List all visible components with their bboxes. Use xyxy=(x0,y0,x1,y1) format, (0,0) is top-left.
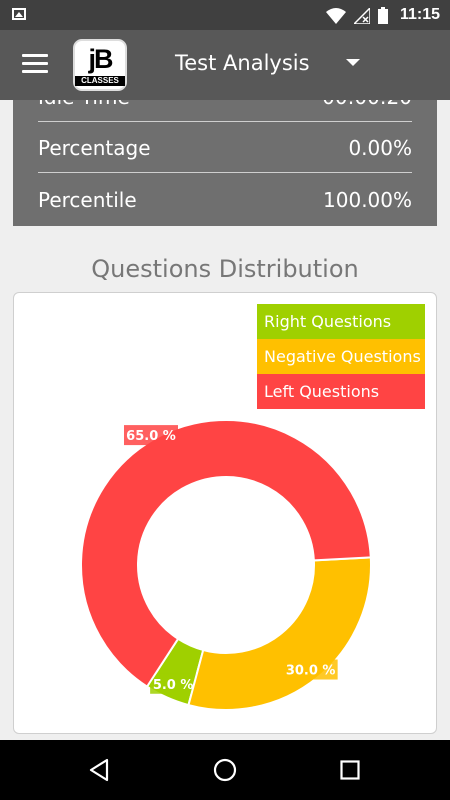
hamburger-menu-icon[interactable] xyxy=(22,54,48,74)
logo-mark: jB xyxy=(88,44,114,74)
legend-item-negative: Negative Questions xyxy=(257,339,425,374)
data-label-text: 5.0 % xyxy=(153,678,194,693)
section-title: Questions Distribution xyxy=(91,255,359,283)
logo-caption: CLASSES xyxy=(75,76,125,86)
recents-icon[interactable] xyxy=(340,760,360,780)
slice-negative-questions xyxy=(187,556,372,711)
status-time: 11:15 xyxy=(399,6,440,23)
app-logo: jB CLASSES xyxy=(73,39,127,91)
stats-card: Idle Time 00:00:20 Percentage 0.00% Perc… xyxy=(13,100,437,226)
stat-row-percentage: Percentage 0.00% xyxy=(38,122,412,173)
page-title[interactable]: Test Analysis xyxy=(175,51,310,75)
home-icon[interactable] xyxy=(213,758,237,782)
legend-item-right: Right Questions xyxy=(257,304,425,339)
stat-row-percentile: Percentile 100.00% xyxy=(38,174,412,224)
stat-value: 100.00% xyxy=(323,188,412,212)
data-label-text: 30.0 % xyxy=(286,664,336,679)
app-bar: jB CLASSES Test Analysis xyxy=(0,30,450,100)
stat-value: 00:00:20 xyxy=(322,100,412,109)
image-icon xyxy=(12,8,26,20)
status-bar: 11:15 xyxy=(0,0,450,30)
data-label-text: 65.0 % xyxy=(126,429,176,444)
stat-label: Percentile xyxy=(38,188,137,212)
label-negative-questions: 30.0 % xyxy=(283,659,338,680)
navigation-bar xyxy=(0,740,450,800)
stat-label: Percentage xyxy=(38,136,151,160)
stat-label: Idle Time xyxy=(38,100,130,109)
legend-item-left: Left Questions xyxy=(257,374,425,409)
label-left-questions: 65.0 % xyxy=(124,425,178,446)
no-signal-icon xyxy=(354,7,370,24)
dropdown-arrow-icon[interactable] xyxy=(346,59,360,66)
status-icons xyxy=(326,7,388,24)
wifi-icon xyxy=(326,7,346,24)
chart-card: 5.0 % 30.0 % 65.0 % Right Questions Negati… xyxy=(13,292,437,734)
stat-value: 0.00% xyxy=(348,136,412,160)
back-icon[interactable] xyxy=(88,758,110,782)
stat-row-idle-time: Idle Time 00:00:20 xyxy=(38,100,412,122)
battery-icon xyxy=(378,7,388,24)
label-right-questions: 5.0 % xyxy=(150,673,197,694)
chart-legend: Right Questions Negative Questions Left … xyxy=(257,304,425,409)
